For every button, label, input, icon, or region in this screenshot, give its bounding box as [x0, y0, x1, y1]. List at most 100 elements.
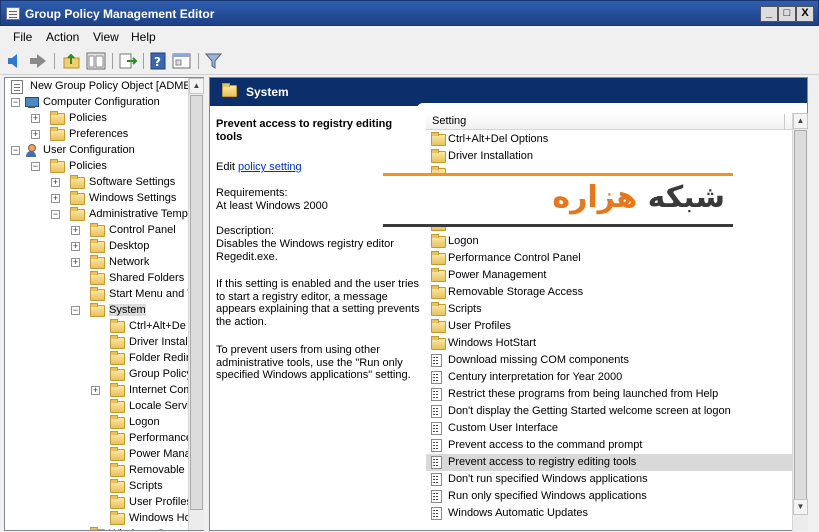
- toolbar-separator: [54, 53, 55, 69]
- navigation-tree: New Group Policy Object [ADME − Computer C…: [4, 77, 204, 531]
- menu-file[interactable]: File: [13, 30, 32, 44]
- expand-icon[interactable]: +: [31, 114, 40, 123]
- tree-item[interactable]: − Administrative Temp: [5, 207, 189, 223]
- list-item-folder[interactable]: Ctrl+Alt+Del Options: [426, 131, 793, 148]
- filter-icon[interactable]: [204, 52, 224, 70]
- tree-item[interactable]: Removable S: [5, 463, 195, 479]
- list-item-label: Scripts: [448, 303, 482, 315]
- policy-setting-link[interactable]: policy setting: [238, 161, 302, 173]
- tree-item[interactable]: Driver Instal: [5, 335, 189, 351]
- list-item-policy[interactable]: Windows Automatic Updates: [426, 505, 793, 522]
- collapse-icon[interactable]: −: [11, 98, 20, 107]
- list-item-policy[interactable]: Custom User Interface: [426, 420, 793, 437]
- properties-icon[interactable]: [172, 52, 192, 70]
- maximize-button[interactable]: □: [778, 6, 796, 22]
- expand-icon[interactable]: +: [91, 386, 100, 395]
- folder-icon: [110, 351, 125, 365]
- tree-item[interactable]: New Group Policy Object [ADME: [5, 79, 191, 95]
- expand-icon[interactable]: +: [51, 194, 60, 203]
- list-item-policy[interactable]: Download missing COM components: [426, 352, 793, 369]
- list-item-policy[interactable]: Don't display the Getting Started welcom…: [426, 403, 793, 420]
- list-item-folder[interactable]: Performance Control Panel: [426, 250, 793, 267]
- tree-item[interactable]: − Policies: [5, 159, 189, 175]
- tree-item[interactable]: Logon: [5, 415, 189, 431]
- tree-item[interactable]: + Policies: [5, 111, 189, 127]
- tree-item-label: Group Policy: [129, 368, 192, 380]
- tree-item[interactable]: Shared Folders: [5, 271, 189, 287]
- tree-item[interactable]: Windows Ho: [5, 511, 191, 527]
- tree-vertical-scrollbar[interactable]: ▲: [188, 78, 204, 530]
- tree-item[interactable]: − User Configuration: [5, 143, 189, 159]
- list-item-policy[interactable]: Prevent access to registry editing tools: [426, 454, 793, 471]
- list-item-folder[interactable]: Scripts: [426, 301, 793, 318]
- tree-item[interactable]: + Software Settings: [5, 175, 189, 191]
- scroll-down-button[interactable]: ▼: [793, 499, 808, 515]
- tree-item[interactable]: Locale Servic: [5, 399, 195, 415]
- list-item-folder[interactable]: Driver Installation: [426, 148, 793, 165]
- list-item-folder[interactable]: Windows HotStart: [426, 335, 793, 352]
- column-divider[interactable]: [784, 114, 785, 129]
- tree-item[interactable]: + Windows Settings: [5, 191, 189, 207]
- show-hide-tree-icon[interactable]: [86, 52, 106, 70]
- tree-item[interactable]: Scripts: [5, 479, 189, 495]
- tree-item-label: Desktop: [109, 240, 150, 252]
- list-item-folder[interactable]: User Profiles: [426, 318, 793, 335]
- tree-scroll-thumb[interactable]: [190, 95, 203, 510]
- help-icon[interactable]: ?: [149, 52, 169, 70]
- tree-item[interactable]: + Desktop: [5, 239, 189, 255]
- expand-icon[interactable]: +: [31, 130, 40, 139]
- tree-item-label: System: [109, 304, 146, 316]
- menu-view[interactable]: View: [93, 30, 119, 44]
- tree-item[interactable]: Start Menu and T: [5, 287, 194, 303]
- up-folder-icon[interactable]: [62, 52, 82, 70]
- tree-item[interactable]: Group Policy: [5, 367, 192, 383]
- list-item-policy[interactable]: Restrict these programs from being launc…: [426, 386, 793, 403]
- tree-item[interactable]: + Preferences: [5, 127, 189, 143]
- tree-item[interactable]: Performance: [5, 431, 192, 447]
- collapse-icon[interactable]: −: [31, 162, 40, 171]
- minimize-button[interactable]: _: [760, 6, 778, 22]
- tree-item[interactable]: − Computer Configuration: [5, 95, 189, 111]
- tree-item[interactable]: Folder Redire: [5, 351, 196, 367]
- collapse-icon[interactable]: −: [71, 306, 80, 315]
- close-button[interactable]: X: [796, 6, 814, 22]
- folder-icon: [70, 175, 85, 189]
- tree-scroll-up-button[interactable]: ▲: [189, 78, 204, 94]
- tree-item[interactable]: + Network: [5, 255, 189, 271]
- list-item-folder[interactable]: Power Management: [426, 267, 793, 284]
- list-item-label: Century interpretation for Year 2000: [448, 371, 623, 383]
- collapse-icon[interactable]: −: [11, 146, 20, 155]
- tree-item[interactable]: User Profiles: [5, 495, 192, 511]
- menu-action[interactable]: Action: [46, 30, 79, 44]
- scroll-thumb[interactable]: [794, 130, 807, 500]
- folder-icon: [90, 287, 105, 301]
- list-item-folder[interactable]: Removable Storage Access: [426, 284, 793, 301]
- list-item-policy[interactable]: Prevent access to the command prompt: [426, 437, 793, 454]
- expand-icon[interactable]: +: [71, 226, 80, 235]
- tree-item-label: Driver Instal: [129, 336, 188, 348]
- tree-item[interactable]: +Windows Co: [5, 527, 189, 530]
- forward-arrow-icon[interactable]: [29, 52, 49, 70]
- export-list-icon[interactable]: [118, 52, 138, 70]
- folder-icon: [431, 234, 446, 248]
- header-tab-curve: [417, 103, 807, 109]
- expand-icon[interactable]: +: [51, 178, 60, 187]
- tree-item[interactable]: − System: [5, 303, 189, 319]
- tree-item[interactable]: + Internet Com: [5, 383, 193, 399]
- list-item-folder[interactable]: Logon: [426, 233, 793, 250]
- expand-icon[interactable]: +: [71, 242, 80, 251]
- list-item-policy[interactable]: Don't run specified Windows applications: [426, 471, 793, 488]
- column-header-setting[interactable]: Setting: [426, 113, 793, 130]
- tree-item[interactable]: Ctrl+Alt+De: [5, 319, 189, 335]
- back-arrow-icon[interactable]: [7, 52, 27, 70]
- list-item-policy[interactable]: Century interpretation for Year 2000: [426, 369, 793, 386]
- tree-item[interactable]: Power Mana: [5, 447, 191, 463]
- expand-icon[interactable]: +: [71, 258, 80, 267]
- scroll-up-button[interactable]: ▲: [793, 113, 808, 129]
- list-vertical-scrollbar[interactable]: ▲ ▼: [792, 113, 808, 531]
- list-item-policy[interactable]: Run only specified Windows applications: [426, 488, 793, 505]
- collapse-icon[interactable]: −: [51, 210, 60, 219]
- list-item-label: Performance Control Panel: [448, 252, 581, 264]
- menu-help[interactable]: Help: [131, 30, 156, 44]
- tree-item[interactable]: + Control Panel: [5, 223, 189, 239]
